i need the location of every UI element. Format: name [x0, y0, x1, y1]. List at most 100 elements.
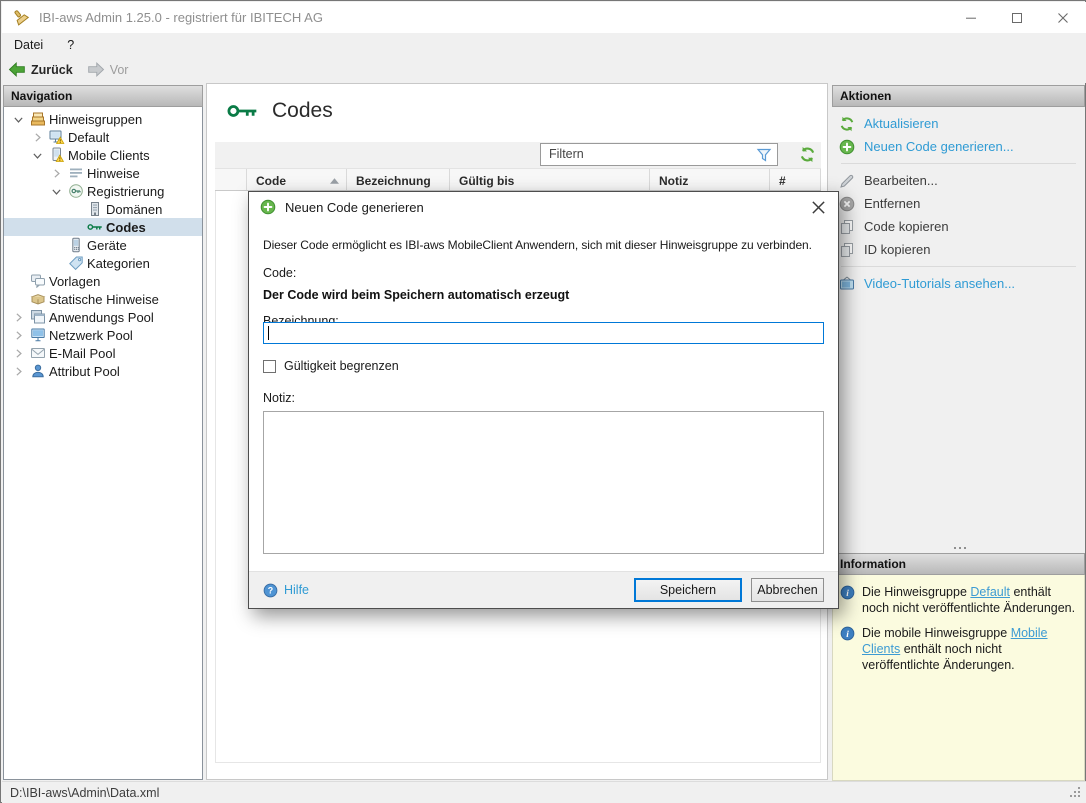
nav-item-label: Hinweisgruppen [49, 111, 143, 127]
action-bearbeiten[interactable]: Bearbeiten... [832, 169, 1085, 192]
device-icon [68, 237, 84, 253]
action-neuen-code-generieren[interactable]: Neuen Code generieren... [832, 135, 1085, 158]
action-entfernen[interactable]: Entfernen [832, 192, 1085, 215]
dialog-buttons: Speichern Abbrechen [634, 578, 824, 602]
nav-item-label: Statische Hinweise [49, 291, 159, 307]
chevron-right-icon[interactable] [29, 131, 46, 144]
splitter-grip[interactable] [832, 542, 1085, 553]
cancel-button[interactable]: Abbrechen [751, 578, 824, 602]
nav-item-e-mail-pool[interactable]: E-Mail Pool [4, 344, 202, 362]
maximize-icon [1011, 12, 1023, 24]
chevron-right-icon[interactable] [48, 167, 65, 180]
chevron-down-icon[interactable] [29, 149, 46, 162]
nav-item-label: Geräte [87, 237, 127, 253]
info-text-before: Die Hinweisgruppe [862, 585, 971, 599]
back-button[interactable]: Zurück [8, 62, 73, 77]
page-title: Codes [272, 99, 333, 122]
resize-grip-icon[interactable] [1070, 787, 1082, 799]
column-header-[interactable]: # [770, 169, 821, 190]
chevron-right-icon[interactable] [10, 347, 27, 360]
forward-button[interactable]: Vor [87, 62, 128, 77]
menu-help[interactable]: ? [67, 38, 74, 52]
chevron-right-icon[interactable] [10, 365, 27, 378]
tv-icon [839, 276, 855, 292]
validity-checkbox[interactable] [263, 359, 276, 373]
column-label: # [779, 174, 786, 188]
remove-icon [839, 196, 855, 212]
info-link-default[interactable]: Default [970, 585, 1010, 599]
nav-item-kategorien[interactable]: Kategorien [4, 254, 202, 272]
column-header-notiz[interactable]: Notiz [650, 169, 770, 190]
monitor-warning-icon [49, 129, 65, 145]
info-text: Die mobile Hinweisgruppe Mobile Clients … [862, 625, 1076, 673]
nav-item-hinweise[interactable]: Hinweise [4, 164, 202, 182]
info-item: i Die Hinweisgruppe Default enthält noch … [833, 575, 1084, 616]
column-header-code[interactable]: Code [247, 169, 347, 190]
action-code-kopieren[interactable]: Code kopieren [832, 215, 1085, 238]
help-link[interactable]: ? Hilfe [263, 583, 309, 598]
notiz-textarea[interactable] [263, 411, 824, 554]
action-aktualisieren[interactable]: Aktualisieren [832, 112, 1085, 135]
filter-input[interactable]: Filtern [540, 143, 778, 166]
nav-item-geräte[interactable]: Geräte [4, 236, 202, 254]
nav-item-netzwerk-pool[interactable]: Netzwerk Pool [4, 326, 202, 344]
nav-item-attribut-pool[interactable]: Attribut Pool [4, 362, 202, 380]
code-value: Der Code wird beim Speichern automatisch… [263, 288, 570, 302]
tool-bar: Zurück Vor [2, 56, 1086, 83]
menu-datei[interactable]: Datei [14, 38, 43, 52]
bezeichnung-input[interactable] [263, 322, 824, 344]
code-label: Code: [263, 266, 297, 280]
registration-icon [68, 183, 84, 199]
nav-item-label: Kategorien [87, 255, 150, 271]
nav-item-codes[interactable]: Codes [4, 218, 202, 236]
nav-item-vorlagen[interactable]: Vorlagen [4, 272, 202, 290]
minimize-button[interactable] [948, 2, 994, 33]
column-label: Gültig bis [459, 174, 515, 188]
nav-item-hinweisgruppen[interactable]: Hinweisgruppen [4, 110, 202, 128]
chevron-right-icon[interactable] [10, 311, 27, 324]
action-label: Code kopieren [864, 219, 949, 234]
nav-item-label: Default [68, 129, 110, 145]
refresh-button[interactable] [799, 146, 816, 163]
nav-item-mobile-clients[interactable]: Mobile Clients [4, 146, 202, 164]
action-id-kopieren[interactable]: ID kopieren [832, 238, 1085, 261]
save-button[interactable]: Speichern [634, 578, 742, 602]
text-caret [268, 326, 269, 340]
help-label: Hilfe [284, 583, 310, 597]
add-icon [260, 199, 276, 215]
dialog-close-button[interactable] [811, 200, 826, 215]
nav-item-registrierung[interactable]: Registrierung [4, 182, 202, 200]
close-button[interactable] [1040, 2, 1086, 33]
network-icon [30, 327, 46, 343]
domain-icon [87, 201, 103, 217]
nav-item-anwendungs-pool[interactable]: Anwendungs Pool [4, 308, 202, 326]
pencil-icon [839, 173, 855, 189]
action-video-tutorials-ansehen[interactable]: Video-Tutorials ansehen... [832, 272, 1085, 295]
chevron-down-icon[interactable] [10, 113, 27, 126]
column-header-gültig-bis[interactable]: Gültig bis [450, 169, 650, 190]
navigation-tree: Hinweisgruppen Default Mobile Clients Hinwe… [3, 107, 203, 780]
chevron-down-icon[interactable] [48, 185, 65, 198]
key-icon [87, 219, 103, 235]
nav-item-label: Codes [106, 219, 146, 235]
navigation-header-label: Navigation [11, 89, 73, 103]
maximize-button[interactable] [994, 2, 1040, 33]
column-header-blank[interactable] [215, 169, 247, 190]
nav-item-domänen[interactable]: Domänen [4, 200, 202, 218]
column-header-bezeichnung[interactable]: Bezeichnung [347, 169, 450, 190]
nav-item-default[interactable]: Default [4, 128, 202, 146]
table-header: Code Bezeichnung Gültig bis Notiz # [215, 168, 821, 191]
validity-checkbox-label: Gültigkeit begrenzen [284, 359, 399, 373]
action-label: Entfernen [864, 196, 921, 211]
nav-item-label: Mobile Clients [68, 147, 150, 163]
copy-icon [839, 242, 855, 258]
info-item: i Die mobile Hinweisgruppe Mobile Clients… [833, 616, 1084, 673]
nav-item-statische-hinweise[interactable]: Statische Hinweise [4, 290, 202, 308]
refresh-icon [839, 116, 855, 132]
chevron-right-icon[interactable] [10, 329, 27, 342]
nav-item-label: Hinweise [87, 165, 140, 181]
dialog-description: Dieser Code ermöglicht es IBI-aws Mobile… [263, 238, 812, 252]
